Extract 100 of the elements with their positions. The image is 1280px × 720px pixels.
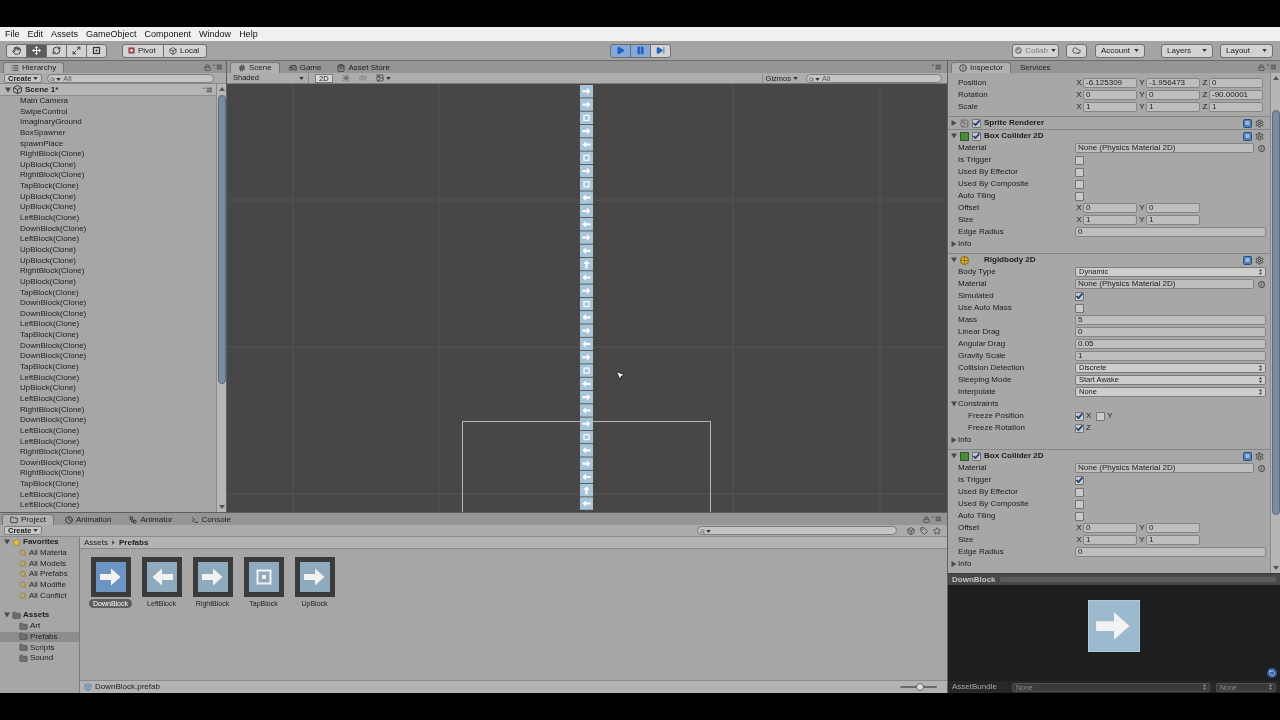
object-picker-icon[interactable] (1258, 280, 1265, 288)
tree-item[interactable]: Sound (0, 652, 79, 664)
scrollbar-track[interactable] (216, 84, 226, 512)
menu-item[interactable]: Edit (23, 27, 48, 41)
object-field[interactable]: None (Physics Material 2D) (1075, 463, 1254, 473)
tree-item[interactable]: Scripts (0, 642, 79, 653)
value-field[interactable]: 0 (1146, 203, 1200, 213)
lock-icon[interactable] (204, 63, 211, 71)
hierarchy-item[interactable]: UpBlock(Clone) (0, 202, 216, 214)
hierarchy-item[interactable]: LeftBlock(Clone) (0, 372, 216, 384)
collapsed-triangle-icon[interactable] (951, 241, 957, 247)
checkbox[interactable] (1075, 423, 1084, 433)
expanded-triangle-icon[interactable] (4, 539, 10, 546)
expanded-triangle-icon[interactable] (4, 612, 10, 619)
breadcrumb-link[interactable]: Assets (84, 536, 108, 549)
checkbox[interactable] (1075, 411, 1084, 421)
rect-tool-button[interactable] (86, 43, 107, 58)
menu-item[interactable]: Help (235, 27, 262, 41)
panel-menu-icon[interactable] (203, 86, 212, 93)
value-field[interactable]: 1 (1083, 102, 1137, 112)
hierarchy-item[interactable]: UpBlock(Clone) (0, 191, 216, 203)
hierarchy-item[interactable]: TapBlock(Clone) (0, 479, 216, 490)
hierarchy-item[interactable]: SwipeControl (0, 106, 216, 118)
value-field[interactable]: 0 (1146, 90, 1200, 100)
value-field[interactable]: 0 (1083, 203, 1137, 213)
square-tile-icon[interactable] (243, 557, 284, 597)
tree-item[interactable]: All Prefabs (0, 569, 79, 580)
hierarchy-item[interactable]: RightBlock(Clone) (0, 447, 216, 458)
tab[interactable]: Console (183, 514, 238, 525)
checkbox[interactable] (1075, 179, 1084, 189)
checkbox[interactable] (1075, 167, 1084, 177)
hand-tool-button[interactable] (6, 43, 27, 58)
hierarchy-item[interactable]: RightBlock(Clone) (0, 170, 216, 182)
tree-item[interactable]: Prefabs (0, 631, 79, 643)
value-field[interactable]: 0 (1075, 547, 1266, 557)
tab[interactable]: Inspector (951, 62, 1011, 73)
value-field[interactable]: 0 (1146, 523, 1200, 533)
menu-item[interactable]: Component (140, 27, 196, 41)
scrollbar-thumb[interactable] (1271, 110, 1280, 515)
layers-dropdown[interactable]: Layers (1161, 43, 1213, 58)
tab[interactable]: Animation (57, 514, 119, 525)
foldout-label[interactable]: Info (958, 238, 972, 250)
scene-header[interactable]: Scene 1* (0, 84, 216, 96)
value-field[interactable]: 0 (1075, 227, 1266, 237)
hierarchy-item[interactable]: UpBlock(Clone) (0, 276, 216, 288)
checkbox[interactable] (972, 451, 981, 461)
hierarchy-item[interactable]: BoxSpawner (0, 127, 216, 139)
hierarchy-item[interactable]: TapBlock(Clone) (0, 287, 216, 299)
hierarchy-item[interactable]: DownBlock(Clone) (0, 351, 216, 362)
hierarchy-item[interactable]: UpBlock(Clone) (0, 383, 216, 394)
tab[interactable]: Scene (230, 62, 280, 73)
checkbox[interactable] (1096, 411, 1106, 421)
scroll-up-arrow-icon[interactable] (1272, 76, 1279, 80)
scroll-down-arrow-icon[interactable] (218, 505, 225, 509)
hierarchy-item[interactable]: LeftBlock(Clone) (0, 213, 216, 224)
hierarchy-item[interactable]: Main Camera (0, 96, 216, 107)
hierarchy-item[interactable]: LeftBlock(Clone) (0, 234, 216, 245)
tab[interactable]: Project (2, 514, 54, 525)
foldout-label[interactable]: Constraints (958, 398, 999, 410)
value-field[interactable]: 0 (1083, 523, 1137, 533)
expanded-triangle-icon[interactable] (951, 401, 957, 407)
value-field[interactable]: 1 (1146, 535, 1200, 545)
checkbox[interactable] (972, 118, 981, 128)
expanded-triangle-icon[interactable] (951, 257, 957, 263)
hierarchy-item[interactable]: LeftBlock(Clone) (0, 500, 216, 511)
cloud-button[interactable] (1066, 43, 1087, 58)
panel-menu-icon[interactable] (932, 516, 941, 522)
value-field[interactable]: 1 (1083, 535, 1137, 545)
value-field[interactable]: 0 (1083, 90, 1137, 100)
hierarchy-item[interactable]: RightBlock(Clone) (0, 404, 216, 416)
value-field[interactable]: 1 (1146, 215, 1200, 225)
panel-menu-icon[interactable] (932, 64, 941, 70)
tree-item[interactable]: Art (0, 620, 79, 632)
left-arrow-tile-icon[interactable] (141, 557, 182, 597)
hierarchy-item[interactable]: DownBlock(Clone) (0, 308, 216, 320)
tree-item[interactable]: All Modifie (0, 579, 79, 591)
collapsed-triangle-icon[interactable] (951, 561, 957, 567)
hierarchy-item[interactable]: LeftBlock(Clone) (0, 425, 216, 437)
checkbox[interactable] (1075, 291, 1084, 301)
cube-icon[interactable] (907, 526, 915, 535)
hierarchy-item[interactable]: DownBlock(Clone) (0, 340, 216, 352)
hierarchy-item[interactable]: TapBlock(Clone) (0, 362, 216, 373)
lock-icon[interactable] (923, 515, 930, 523)
checkbox[interactable] (972, 131, 981, 141)
value-field[interactable]: 0.05 (1075, 339, 1266, 349)
collapsed-triangle-icon[interactable] (951, 437, 957, 443)
hierarchy-item[interactable]: DownBlock(Clone) (0, 298, 216, 309)
right-arrow-tile-icon[interactable] (192, 557, 233, 597)
lock-icon[interactable] (1258, 63, 1265, 71)
foldout-label[interactable]: Info (958, 558, 972, 570)
settings-icon[interactable] (1255, 451, 1264, 461)
help-book-icon[interactable] (1243, 451, 1252, 461)
account-dropdown[interactable]: Account (1095, 43, 1145, 58)
hierarchy-item[interactable]: UpBlock(Clone) (0, 159, 216, 171)
checkbox[interactable] (1075, 303, 1084, 313)
object-field[interactable]: None (Physics Material 2D) (1075, 279, 1254, 289)
tab[interactable]: Services (1012, 62, 1058, 73)
value-field[interactable]: 0 (1209, 78, 1263, 88)
hierarchy-item[interactable]: TapBlock(Clone) (0, 330, 216, 341)
hierarchy-item[interactable]: LeftBlock(Clone) (0, 393, 216, 405)
